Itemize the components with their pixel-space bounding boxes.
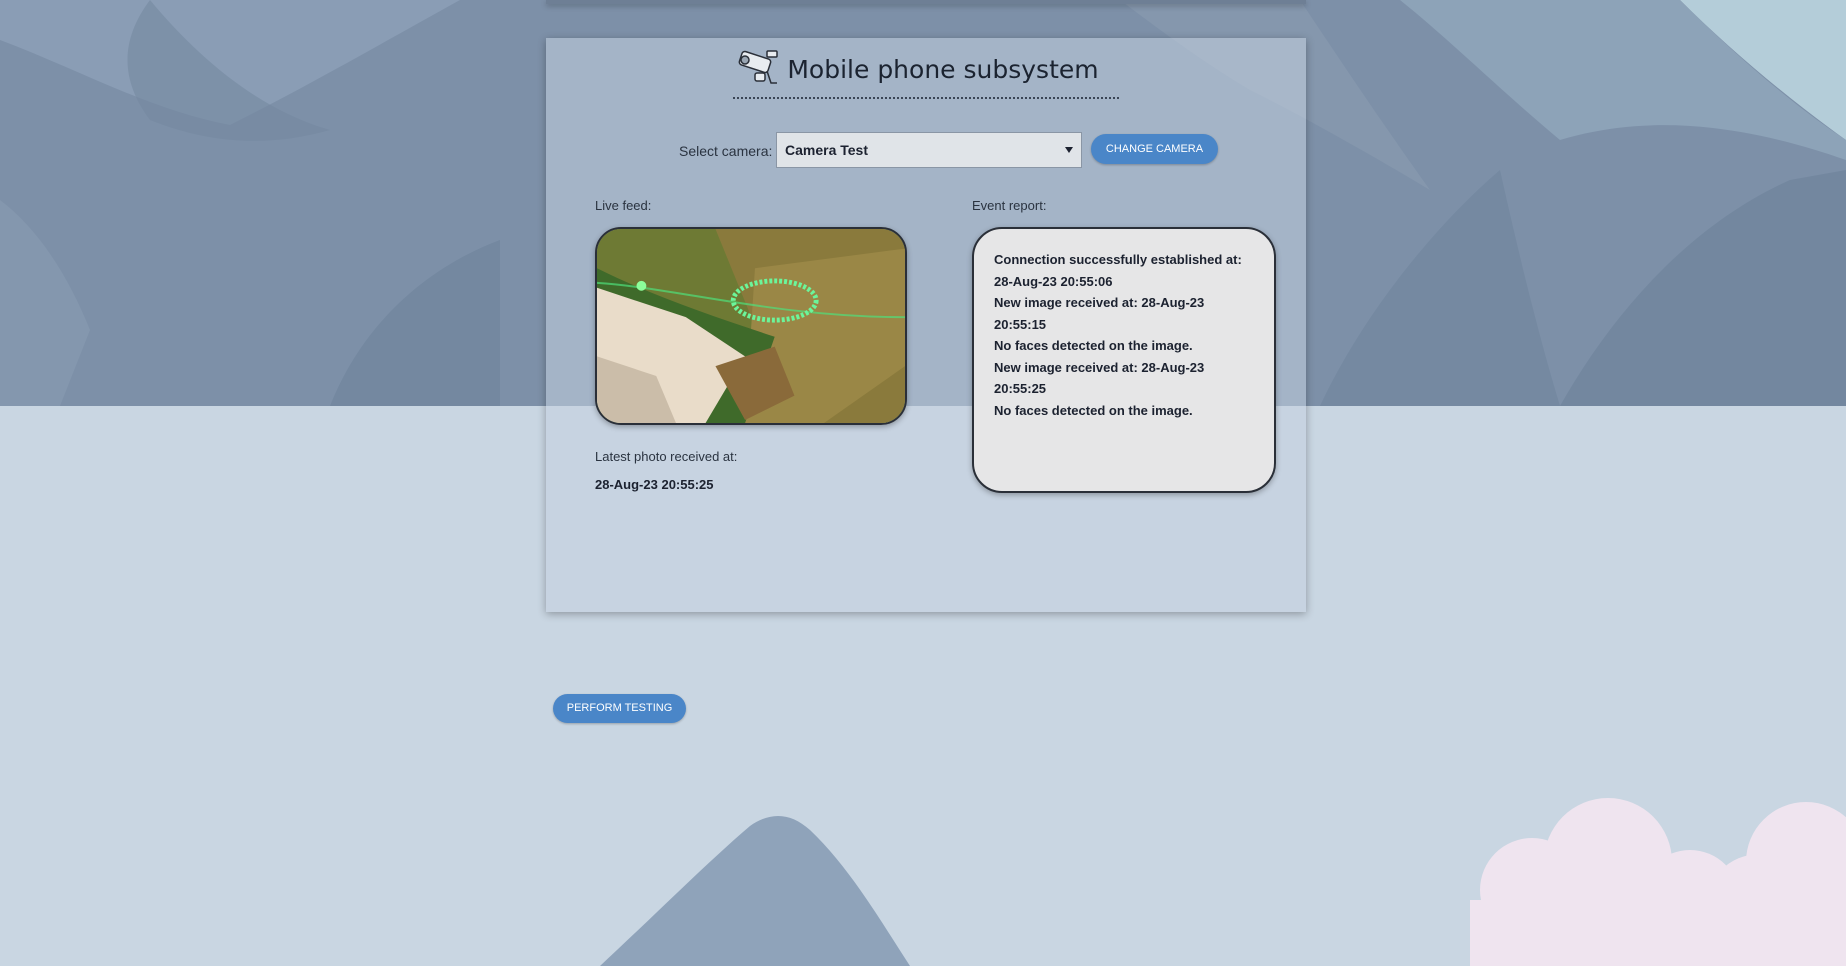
event-line: Connection successfully established at: bbox=[994, 252, 1242, 267]
event-line: No faces detected on the image. bbox=[994, 402, 1193, 418]
chevron-down-icon bbox=[1065, 147, 1073, 153]
camera-select[interactable]: Camera Test bbox=[776, 132, 1082, 168]
event-line: No faces detected on the image. bbox=[994, 338, 1193, 353]
latest-photo-label: Latest photo received at: bbox=[595, 449, 738, 464]
event-line: 20:55:25 bbox=[994, 381, 1047, 396]
select-camera-label: Select camera: bbox=[679, 143, 773, 159]
top-panel-edge bbox=[546, 0, 1306, 4]
latest-photo-time: 28-Aug-23 20:55:25 bbox=[595, 477, 714, 492]
change-camera-button[interactable]: CHANGE CAMERA bbox=[1091, 134, 1218, 164]
title-row: Mobile phone subsystem bbox=[546, 47, 1306, 99]
event-line: New image received at: 28-Aug-23 bbox=[994, 295, 1205, 310]
event-line: 28-Aug-23 20:55:06 bbox=[994, 273, 1113, 289]
app-background: Mobile phone subsystem Select camera: Ca… bbox=[0, 0, 1846, 966]
page-title: Mobile phone subsystem bbox=[787, 54, 1099, 84]
event-line: 20:55:15 bbox=[994, 316, 1047, 332]
camera-select-value: Camera Test bbox=[785, 142, 869, 158]
event-report-box: Connection successfully established at: … bbox=[972, 227, 1276, 493]
live-feed-label: Live feed: bbox=[595, 198, 652, 213]
title-underline: Mobile phone subsystem bbox=[733, 47, 1119, 99]
mobile-phone-subsystem-panel: Mobile phone subsystem Select camera: Ca… bbox=[546, 38, 1306, 612]
perform-testing-button[interactable]: PERFORM TESTING bbox=[553, 694, 686, 723]
event-line: New image received at: 28-Aug-23 bbox=[994, 359, 1205, 375]
live-feed-image bbox=[595, 227, 907, 425]
event-report-label: Event report: bbox=[972, 198, 1047, 213]
security-camera-icon bbox=[738, 50, 779, 84]
camera-selector-row: Select camera: Camera Test CHANGE CAMERA bbox=[546, 132, 1306, 172]
